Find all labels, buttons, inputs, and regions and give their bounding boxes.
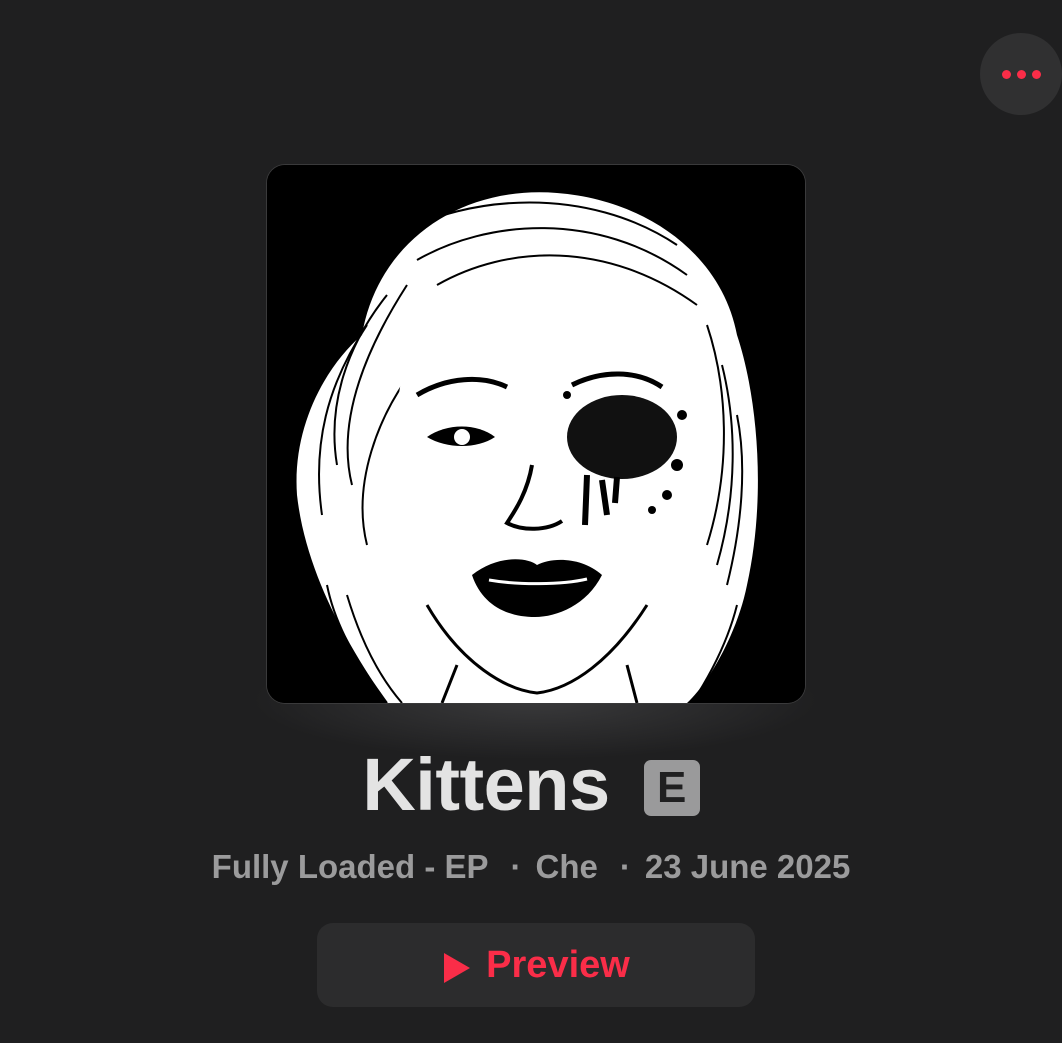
song-metadata: Fully Loaded - EP · Che · 23 June 2025 — [0, 848, 1062, 886]
album-artwork-illustration — [267, 165, 805, 703]
song-title: Kittens — [362, 743, 610, 826]
song-detail-screen: Kittens E Fully Loaded - EP · Che · 23 June … — [0, 0, 1062, 1043]
explicit-badge: E — [643, 760, 700, 816]
album-link[interactable]: Fully Loaded - EP — [212, 848, 489, 885]
separator: · — [619, 848, 631, 885]
preview-label: Preview — [486, 943, 630, 986]
play-icon — [444, 953, 471, 983]
preview-button[interactable]: Preview — [317, 923, 755, 1007]
title-row: Kittens E — [0, 745, 1062, 825]
ellipsis-icon — [1001, 69, 1041, 79]
artist-link[interactable]: Che — [536, 848, 598, 885]
more-options-button[interactable] — [980, 33, 1062, 115]
release-date: 23 June 2025 — [644, 848, 851, 885]
album-artwork[interactable] — [267, 165, 805, 703]
separator: · — [510, 848, 522, 885]
